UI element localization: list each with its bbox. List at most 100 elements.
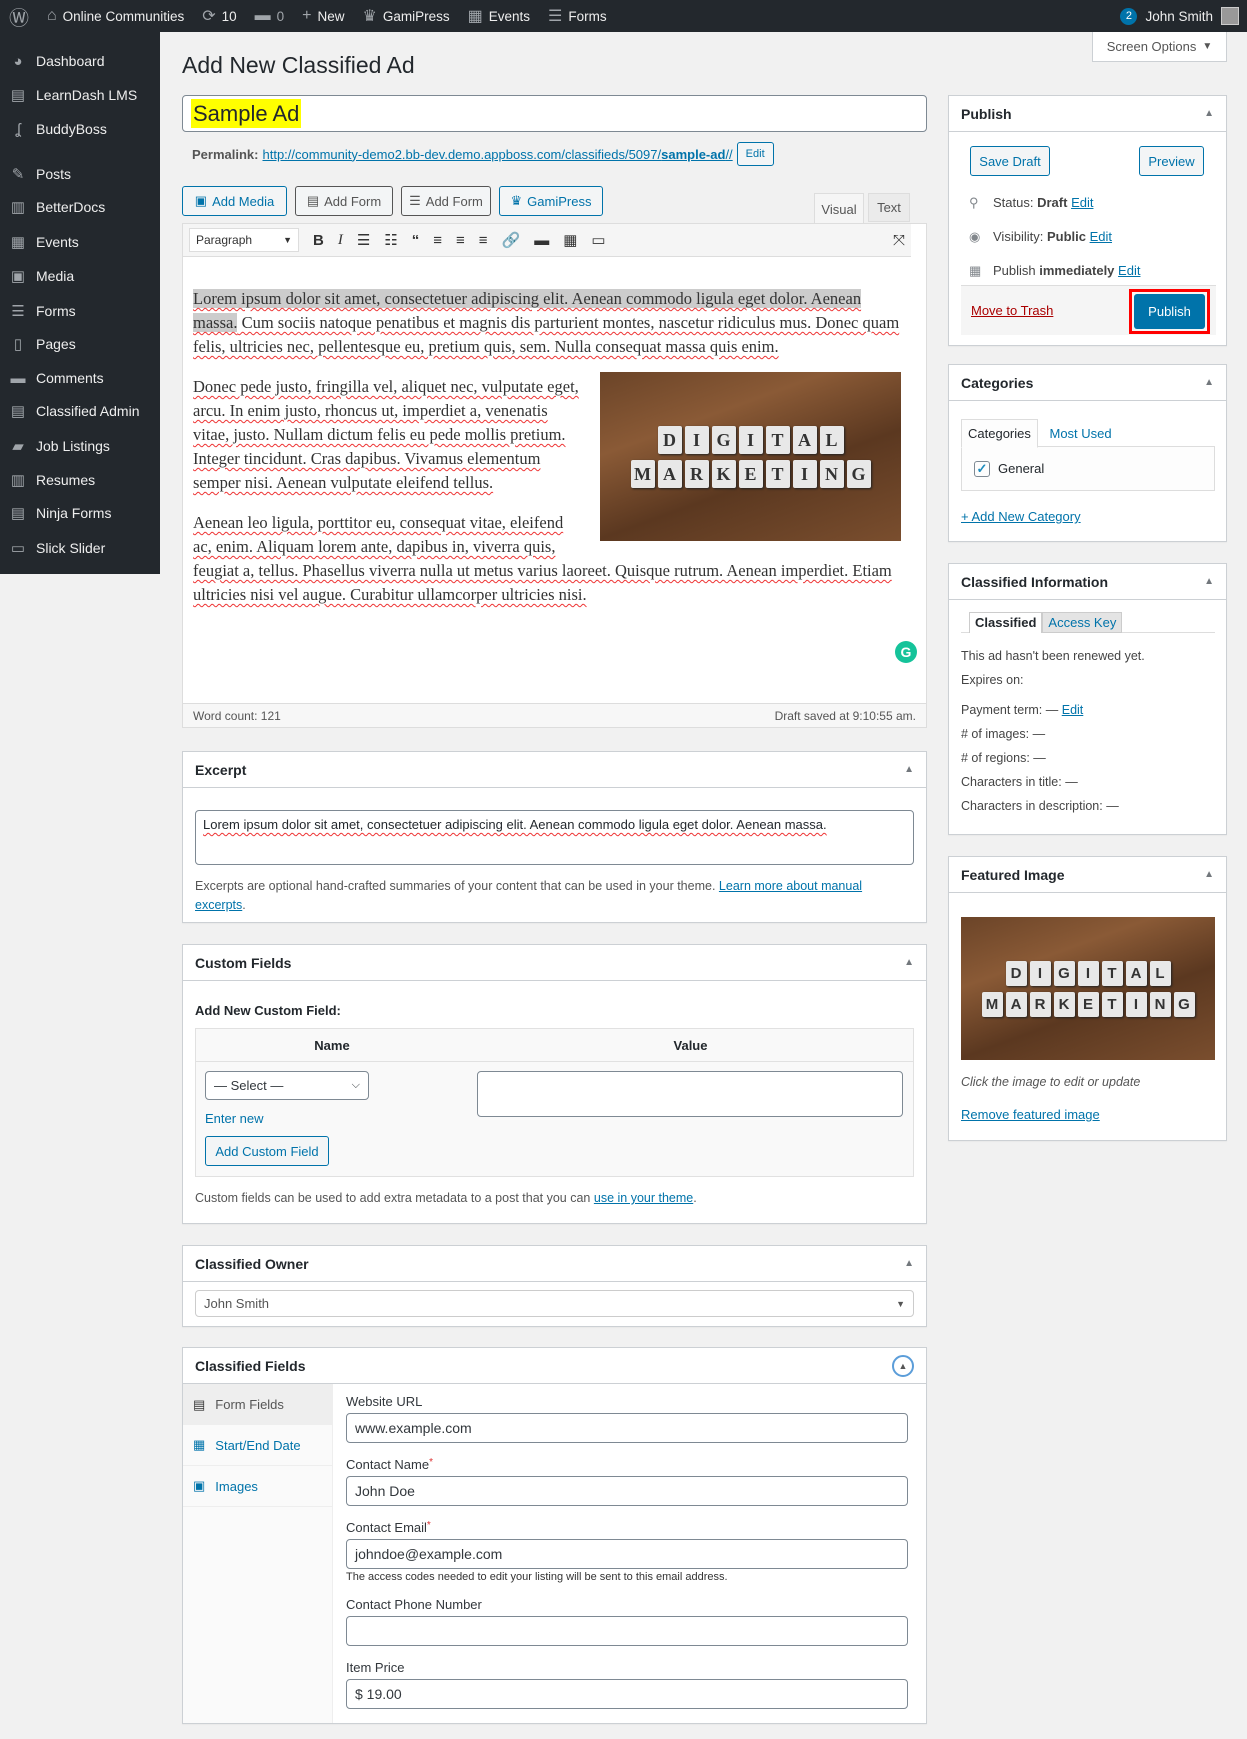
collapse-icon[interactable]: ▲ xyxy=(1204,108,1214,119)
add-media-button[interactable]: ▣ Add Media xyxy=(182,186,287,216)
enter-new-link[interactable]: Enter new xyxy=(205,1111,264,1126)
add-form-button[interactable]: ▤ Add Form xyxy=(295,186,393,216)
tab-access-key[interactable]: Access Key xyxy=(1042,612,1123,633)
collapse-icon[interactable]: ▲ xyxy=(904,957,914,968)
comments-link[interactable]: ▬ 0 xyxy=(246,0,294,32)
add-new-custom-field-label: Add New Custom Field: xyxy=(195,1003,341,1018)
read-more-icon[interactable]: ▬ xyxy=(534,232,549,249)
fullscreen-icon[interactable]: ⤧ xyxy=(893,232,905,249)
sidebar-item-learndash-lms[interactable]: ▤ LearnDash LMS xyxy=(0,80,160,110)
align-left-icon[interactable]: ≡ xyxy=(433,232,442,249)
field-input[interactable]: johndoe@example.com xyxy=(346,1539,908,1569)
sidebar-item-pages[interactable]: ▯ Pages xyxy=(0,329,160,359)
schedule-edit-link[interactable]: Edit xyxy=(1118,263,1140,278)
sidebar-item-label: Forms xyxy=(36,303,76,319)
preview-button[interactable]: Preview xyxy=(1139,146,1204,176)
site-name: Online Communities xyxy=(62,8,185,24)
add-custom-field-button[interactable]: Add Custom Field xyxy=(205,1136,329,1166)
updates-link[interactable]: ⟳ 10 xyxy=(193,0,245,32)
editor: Paragraph ▼ B I ☰ ☷ “ ≡ ≡ ≡ 🔗 ▬ ▦ ▭ ⤧ Lor… xyxy=(182,223,927,728)
add-ninja-form-button[interactable]: ☰ Add Form xyxy=(401,186,491,216)
new-link[interactable]: + New xyxy=(293,0,353,32)
bold-icon[interactable]: B xyxy=(313,232,324,249)
publish-button[interactable]: Publish xyxy=(1134,294,1205,329)
custom-field-value[interactable] xyxy=(477,1071,903,1117)
tab-start-end-date[interactable]: ▦ Start/End Date xyxy=(183,1425,332,1466)
sidebar-item-classified-admin[interactable]: ▤ Classified Admin xyxy=(0,396,160,426)
collapse-icon[interactable]: ▲ xyxy=(904,764,914,775)
notification-badge[interactable]: 2 xyxy=(1120,7,1138,25)
gamipress-button[interactable]: ♛ GamiPress xyxy=(499,186,603,216)
sidebar-item-ninja-forms[interactable]: ▤ Ninja Forms xyxy=(0,498,160,528)
tab-form-fields[interactable]: ▤ Form Fields xyxy=(183,1384,332,1425)
sidebar-item-job-listings[interactable]: ▰ Job Listings xyxy=(0,431,160,461)
link-icon[interactable]: 🔗 xyxy=(502,231,521,249)
use-in-theme-link[interactable]: use in your theme xyxy=(594,1191,693,1205)
forms-link[interactable]: ☰ Forms xyxy=(539,0,616,32)
sidebar-item-events[interactable]: ▦ Events xyxy=(0,227,160,257)
sidebar-item-media[interactable]: ▣ Media xyxy=(0,261,160,291)
status-edit-link[interactable]: Edit xyxy=(1071,195,1093,210)
collapse-icon[interactable]: ▲ xyxy=(1204,869,1214,880)
content-image[interactable]: DIGITAL MARKETING xyxy=(600,372,901,541)
add-new-category-link[interactable]: + Add New Category xyxy=(961,509,1081,524)
sidebar-item-posts[interactable]: ✎ Posts xyxy=(0,159,160,189)
tab-classified[interactable]: Classified xyxy=(969,612,1043,633)
collapse-icon[interactable]: ▲ xyxy=(1204,377,1214,388)
collapse-icon[interactable]: ▲ xyxy=(904,1258,914,1269)
form-field: Contact Email* johndoe@example.com The acc… xyxy=(346,1520,908,1583)
site-name-link[interactable]: ⌂ Online Communities xyxy=(38,0,193,32)
events-link[interactable]: ▦ Events xyxy=(459,0,539,32)
screen-options-button[interactable]: Screen Options ▼ xyxy=(1092,32,1227,62)
letter-tile: A xyxy=(1125,960,1147,986)
collapse-icon[interactable]: ▲ xyxy=(892,1354,914,1377)
italic-icon[interactable]: I xyxy=(338,231,343,249)
field-label: Contact Name* xyxy=(346,1457,433,1472)
field-input[interactable]: John Doe xyxy=(346,1476,908,1506)
save-draft-button[interactable]: Save Draft xyxy=(970,146,1050,176)
tab-all-categories[interactable]: Categories xyxy=(961,419,1038,448)
monitor-icon[interactable]: ▭ xyxy=(591,231,605,249)
payment-term-edit-link[interactable]: Edit xyxy=(1062,703,1084,717)
comments-count: 0 xyxy=(276,8,285,24)
field-input[interactable]: $ 19.00 xyxy=(346,1679,908,1709)
wordpress-logo[interactable]: Ⓦ xyxy=(0,0,38,32)
tab-text[interactable]: Text xyxy=(868,193,910,222)
user-menu[interactable]: 2 John Smith xyxy=(1120,7,1247,25)
tab-visual[interactable]: Visual xyxy=(814,193,864,224)
sidebar-item-slick-slider[interactable]: ▭ Slick Slider xyxy=(0,533,160,563)
gamipress-link[interactable]: ♛ GamiPress xyxy=(354,0,459,32)
align-right-icon[interactable]: ≡ xyxy=(479,232,488,249)
grammarly-icon[interactable]: G xyxy=(895,641,917,663)
format-select[interactable]: Paragraph ▼ xyxy=(189,228,299,252)
sidebar-item-comments[interactable]: ▬ Comments xyxy=(0,363,160,393)
classified-fields-tabs: ▤ Form Fields ▦ Start/End Date ▣ Images xyxy=(183,1384,333,1723)
toolbar-toggle-icon[interactable]: ▦ xyxy=(563,231,577,249)
featured-image[interactable]: DIGITALMARKETING xyxy=(961,917,1215,1060)
sidebar-item-resumes[interactable]: ▥ Resumes xyxy=(0,465,160,495)
bullet-list-icon[interactable]: ☰ xyxy=(357,231,370,249)
blockquote-icon[interactable]: “ xyxy=(412,232,420,249)
field-input[interactable] xyxy=(346,1616,908,1646)
field-input[interactable]: www.example.com xyxy=(346,1413,908,1443)
remove-featured-image-link[interactable]: Remove featured image xyxy=(961,1107,1100,1122)
numbered-list-icon[interactable]: ☷ xyxy=(384,231,397,249)
align-center-icon[interactable]: ≡ xyxy=(456,232,465,249)
checkbox-checked-icon[interactable]: ✓ xyxy=(974,460,990,477)
sidebar-item-buddyboss[interactable]: ʆ BuddyBoss xyxy=(0,114,160,144)
custom-field-select[interactable]: — Select — ⌵ xyxy=(205,1071,369,1100)
tab-images[interactable]: ▣ Images xyxy=(183,1466,332,1507)
editor-content[interactable]: Lorem ipsum dolor sit amet, consectetuer… xyxy=(183,257,917,705)
owner-select[interactable]: John Smith ▼ xyxy=(195,1290,914,1317)
permalink-url[interactable]: http://community-demo2.bb-dev.demo.appbo… xyxy=(262,147,732,162)
title-input[interactable]: Sample Ad xyxy=(182,95,927,132)
move-to-trash-link[interactable]: Move to Trash xyxy=(971,303,1053,318)
sidebar-item-dashboard[interactable]: ◕ Dashboard xyxy=(0,46,160,76)
sidebar-item-betterdocs[interactable]: ▥ BetterDocs xyxy=(0,192,160,222)
tab-most-used[interactable]: Most Used xyxy=(1050,426,1112,441)
permalink-edit-button[interactable]: Edit xyxy=(736,142,774,166)
excerpt-textarea[interactable]: Lorem ipsum dolor sit amet, consectetuer… xyxy=(195,810,914,865)
visibility-edit-link[interactable]: Edit xyxy=(1090,229,1112,244)
sidebar-item-forms[interactable]: ☰ Forms xyxy=(0,296,160,326)
collapse-icon[interactable]: ▲ xyxy=(1204,576,1214,587)
